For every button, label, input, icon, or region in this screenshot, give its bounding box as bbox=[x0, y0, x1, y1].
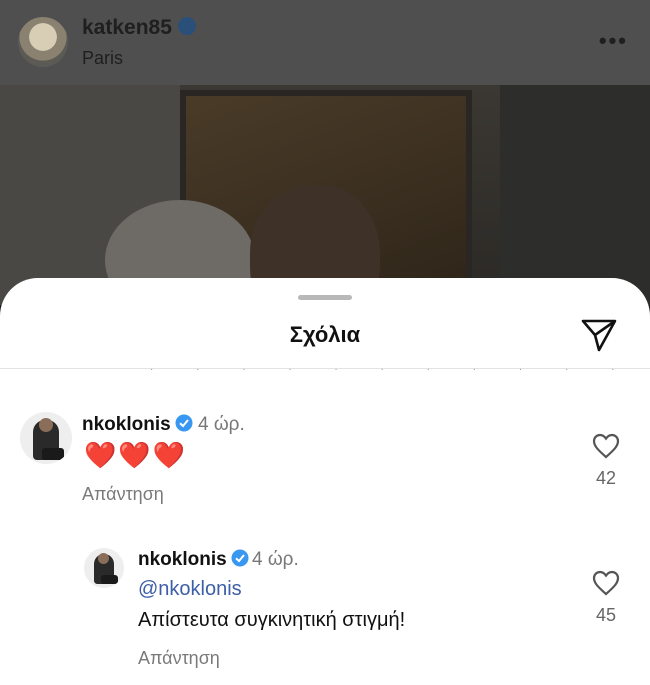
verified-badge-icon bbox=[231, 549, 249, 567]
like-count: 45 bbox=[595, 605, 617, 625]
like-heart-icon[interactable] bbox=[592, 570, 620, 596]
comment-time: 4 ώρ. bbox=[198, 414, 245, 435]
comment-mention[interactable]: @nkoklonis bbox=[138, 578, 242, 601]
like-count: 42 bbox=[595, 468, 617, 488]
comment-item: nkoklonis 4 ώρ. ❤️❤️❤️ Απάντηση 42 bbox=[0, 408, 650, 518]
reply-button[interactable]: Απάντηση bbox=[82, 484, 164, 505]
post-author-username[interactable]: katken85 bbox=[82, 16, 196, 40]
avatar[interactable] bbox=[84, 548, 124, 588]
scrolled-content-edge: · · · · · · · · · · · bbox=[150, 364, 635, 375]
post-photo bbox=[0, 85, 650, 305]
post-location[interactable]: Paris bbox=[82, 48, 123, 69]
post-author-avatar[interactable] bbox=[18, 17, 68, 67]
comments-sheet: Σχόλια · · · · · · · · · · · nkoklonis 4… bbox=[0, 278, 650, 685]
post-header: katken85 Paris ••• bbox=[0, 0, 650, 85]
comment-username[interactable]: nkoklonis bbox=[82, 414, 193, 436]
comment-text: Απίστευτα συγκινητική στιγμή! bbox=[138, 609, 406, 631]
avatar[interactable] bbox=[20, 412, 72, 464]
sheet-drag-handle[interactable] bbox=[298, 295, 352, 300]
reply-button[interactable]: Απάντηση bbox=[138, 648, 220, 669]
comment-text: ❤️❤️❤️ bbox=[84, 440, 188, 470]
sheet-title: Σχόλια bbox=[289, 322, 361, 347]
verified-badge-icon bbox=[175, 414, 193, 432]
comment-time: 4 ώρ. bbox=[252, 549, 299, 570]
verified-badge-icon bbox=[177, 17, 196, 36]
comment-item: nkoklonis 4 ώρ. @nkoklonis Απίστευτα συγ… bbox=[0, 544, 650, 684]
like-heart-icon[interactable] bbox=[592, 433, 620, 459]
comment-username[interactable]: nkoklonis bbox=[138, 549, 249, 571]
send-icon[interactable] bbox=[580, 317, 618, 353]
more-icon[interactable]: ••• bbox=[599, 28, 628, 54]
